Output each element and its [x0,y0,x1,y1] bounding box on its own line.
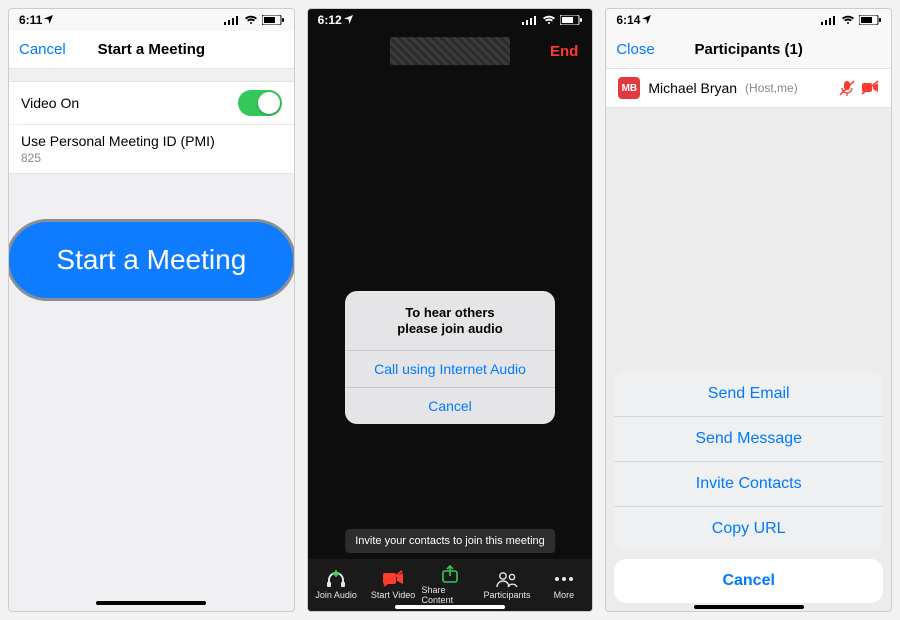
location-icon [344,13,353,27]
wifi-icon [542,15,556,25]
video-on-row: Video On [9,82,294,124]
status-icons [224,15,284,25]
sheet-cancel-button[interactable]: Cancel [614,559,883,603]
pmi-row: Use Personal Meeting ID (PMI) 825 [9,125,294,173]
nav-title: Start a Meeting [98,41,206,58]
home-indicator [395,605,505,609]
status-icons [821,15,881,25]
participants-icon [495,570,519,588]
pmi-value: 825 [21,151,215,165]
participant-name: Michael Bryan [648,80,737,96]
nav-header: Cancel Start a Meeting [9,31,294,69]
close-button[interactable]: Close [616,41,654,58]
video-on-toggle[interactable] [238,90,282,116]
meeting-id-blurred [390,37,510,65]
video-on-label: Video On [21,95,79,111]
screen-participants-invite: 6:14 Close Participants (1) MB Michael B… [605,8,892,612]
pmi-label: Use Personal Meeting ID (PMI) [21,133,215,149]
status-icons [522,15,582,25]
alert-message: To hear others please join audio [345,291,555,350]
participants-button[interactable]: Participants [478,559,535,611]
start-video-button[interactable]: Start Video [365,559,422,611]
wifi-icon [841,15,855,25]
status-time: 6:14 [616,13,640,27]
invite-toast: Invite your contacts to join this meetin… [345,529,555,553]
nav-title: Participants (1) [694,41,802,58]
battery-icon [560,15,582,25]
start-meeting-button[interactable]: Start a Meeting [8,219,295,301]
signal-icon [522,15,538,25]
invite-action-sheet: Send Email Send Message Invite Contacts … [614,372,883,603]
status-bar: 6:11 [9,9,294,31]
location-icon [642,13,651,27]
call-internet-audio-button[interactable]: Call using Internet Audio [345,350,555,387]
share-icon [440,565,460,583]
meeting-toolbar: Join Audio Start Video Share Content Par… [308,559,593,611]
cancel-button[interactable]: Cancel [19,41,66,58]
status-time: 6:12 [318,13,342,27]
alert-cancel-button[interactable]: Cancel [345,387,555,424]
headphones-icon [325,570,347,588]
home-indicator [694,605,804,609]
status-bar: 6:12 [308,9,593,31]
meeting-nav: End [308,31,593,71]
status-time: 6:11 [19,13,42,27]
participant-suffix: (Host,me) [745,81,798,95]
video-off-icon [861,80,879,96]
invite-contacts-button[interactable]: Invite Contacts [614,461,883,506]
mic-muted-icon [839,80,855,96]
home-indicator [96,601,206,605]
screen-in-meeting: 6:12 End To hear others please join audi… [307,8,594,612]
copy-url-button[interactable]: Copy URL [614,506,883,551]
more-button[interactable]: More [535,559,592,611]
video-off-icon [382,570,404,588]
nav-header: Close Participants (1) [606,31,891,69]
battery-icon [262,15,284,25]
more-icon [555,570,573,588]
share-content-button[interactable]: Share Content [422,559,479,611]
location-icon [44,13,53,27]
participant-row[interactable]: MB Michael Bryan (Host,me) [606,69,891,108]
send-message-button[interactable]: Send Message [614,416,883,461]
status-bar: 6:14 [606,9,891,31]
avatar: MB [618,77,640,99]
join-audio-alert: To hear others please join audio Call us… [345,291,555,424]
battery-icon [859,15,881,25]
signal-icon [821,15,837,25]
send-email-button[interactable]: Send Email [614,372,883,416]
end-button[interactable]: End [550,43,578,60]
wifi-icon [244,15,258,25]
signal-icon [224,15,240,25]
settings-list: Video On Use Personal Meeting ID (PMI) 8… [9,81,294,174]
join-audio-button[interactable]: Join Audio [308,559,365,611]
screen-start-meeting: 6:11 Cancel Start a Meeting Video On Use… [8,8,295,612]
